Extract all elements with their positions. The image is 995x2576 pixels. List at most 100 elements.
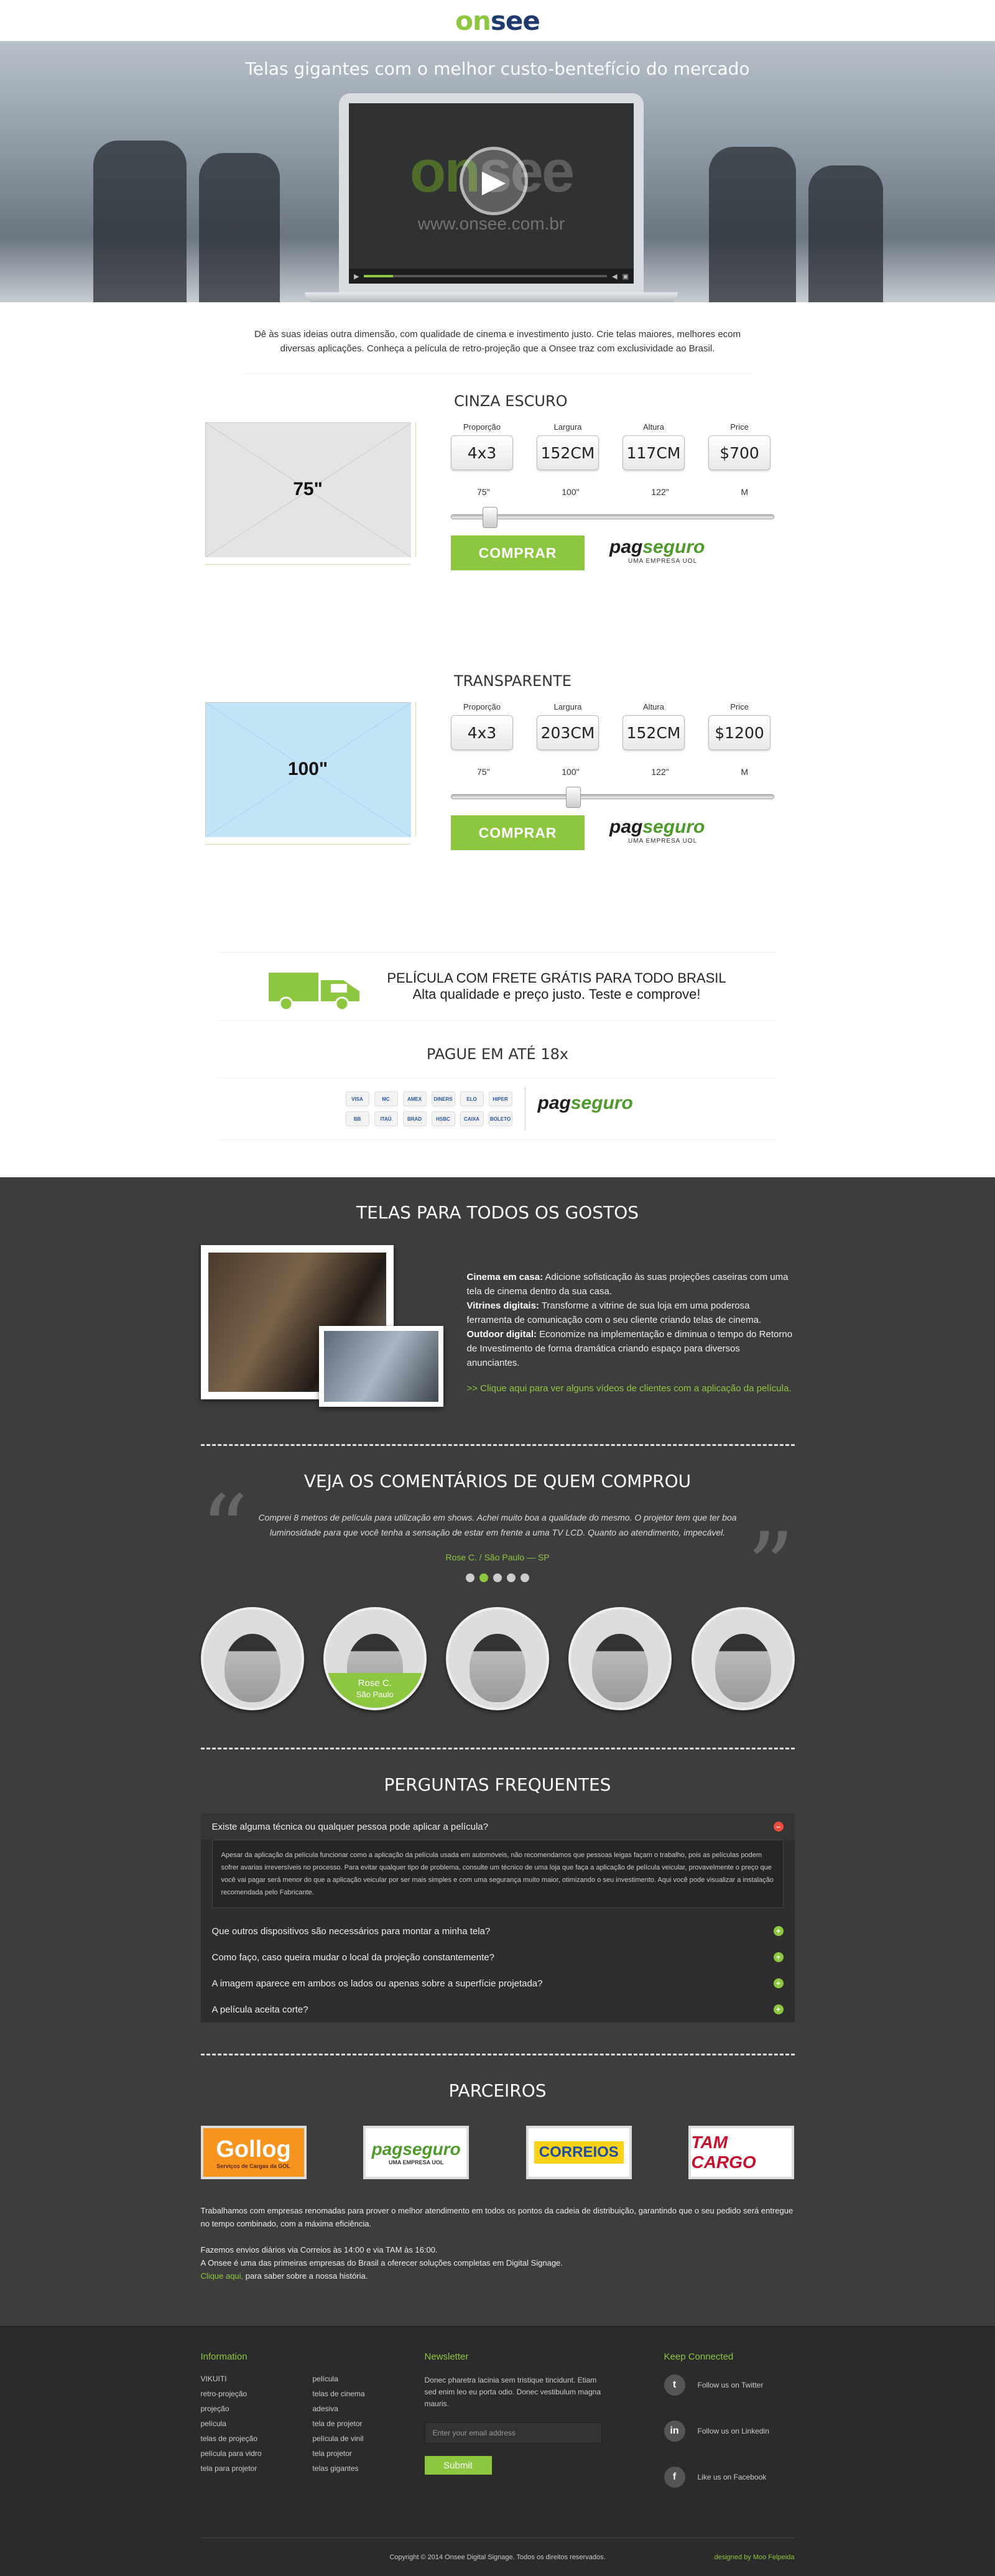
card-brand-icon: VISA	[345, 1091, 369, 1106]
price-value: $700	[708, 435, 771, 470]
video-controls[interactable]: ▶ ◀ ▣	[349, 269, 634, 284]
footer-link[interactable]: tela de projetor	[313, 2419, 425, 2428]
play-small-icon[interactable]: ▶	[354, 272, 359, 280]
volume-icon[interactable]: ◀	[612, 272, 617, 280]
faq-section: PERGUNTAS FREQUENTES Existe alguma técni…	[200, 1749, 795, 2055]
card-brand-icon: HIPER	[488, 1091, 512, 1106]
footer-link[interactable]: película	[313, 2374, 425, 2383]
footer-link[interactable]: VIKUITI	[201, 2374, 313, 2383]
footer-link[interactable]: telas gigantes	[313, 2464, 425, 2473]
videos-link[interactable]: >> Clique aqui para ver alguns vídeos de…	[467, 1381, 795, 1396]
screen-preview: 75"	[205, 422, 411, 557]
correios-logo[interactable]: CORREIOS	[525, 2126, 632, 2179]
avatar[interactable]	[691, 1607, 795, 1710]
footer-link[interactable]: projeção	[201, 2404, 313, 2413]
card-brand-icon: DINERS	[431, 1091, 455, 1106]
play-icon[interactable]: ▶	[460, 147, 528, 215]
twitter-icon: t	[664, 2374, 685, 2396]
size-labels: 75" 100" 122" M	[477, 487, 748, 497]
open-quote-icon: “	[200, 1476, 249, 1584]
expand-icon[interactable]: +	[773, 1978, 784, 1988]
photo-showroom[interactable]	[318, 1326, 443, 1407]
footer-link[interactable]: adesiva	[313, 2404, 425, 2413]
dot[interactable]	[507, 1573, 516, 1582]
collapse-icon[interactable]: –	[773, 1822, 784, 1832]
footer-link[interactable]: tela para projetor	[201, 2464, 313, 2473]
twitter-link[interactable]: t Follow us on Twitter	[664, 2374, 795, 2396]
faq-question[interactable]: Que outros dispositivos são necessários …	[201, 1918, 795, 1944]
expand-icon[interactable]: +	[773, 1952, 784, 1962]
buy-button[interactable]: COMPRAR	[451, 535, 585, 570]
card-brand-icon: BOLETO	[488, 1111, 512, 1126]
faq-answer: Apesar da aplicação da película funciona…	[211, 1840, 784, 1908]
testimonial-text: Comprei 8 metros de película para utiliz…	[258, 1513, 737, 1537]
dark-section: TELAS PARA TODOS OS GOSTOS Cinema em cas…	[0, 1177, 995, 2326]
expand-icon[interactable]: +	[773, 2004, 784, 2014]
pagseguro-logo: pagseguro UMA EMPRESA UOL	[609, 817, 705, 845]
email-input[interactable]: Enter your email address	[424, 2422, 602, 2444]
footer-link[interactable]: tela projetor	[313, 2449, 425, 2458]
facebook-icon: f	[664, 2467, 685, 2488]
video-progress-bar[interactable]	[364, 275, 608, 277]
footer-link[interactable]: película de vinil	[313, 2434, 425, 2443]
size-slider[interactable]	[451, 787, 774, 808]
product-title: CINZA ESCURO	[454, 392, 568, 410]
gallery-photos[interactable]	[200, 1245, 443, 1407]
footer-link[interactable]: película para vidro	[201, 2449, 313, 2458]
card-brand-icon: ITAÚ	[374, 1111, 398, 1126]
footer-link[interactable]: telas de projeção	[201, 2434, 313, 2443]
slider-handle[interactable]	[482, 507, 497, 528]
slider-handle[interactable]	[565, 787, 581, 808]
pagseguro-partner-logo[interactable]: pagseguro UMA EMPRESA UOL	[363, 2126, 470, 2179]
dot[interactable]	[466, 1573, 474, 1582]
footer: Information VIKUITI película retro-projeçã…	[0, 2326, 995, 2576]
onsee-logo[interactable]: onsee	[455, 6, 540, 36]
faq-question-open[interactable]: Existe alguma técnica ou qualquer pessoa…	[200, 1814, 795, 1840]
card-brand-icon: ELO	[460, 1091, 484, 1106]
footer-link[interactable]: telas de cinema	[313, 2389, 425, 2398]
expand-icon[interactable]: +	[773, 1926, 784, 1936]
size-slider[interactable]	[451, 507, 774, 528]
dot-active[interactable]	[479, 1573, 488, 1582]
faq-question[interactable]: Como faço, caso queira mudar o local da …	[201, 1944, 795, 1970]
gallery-text: Cinema em casa: Adicione sofisticação às…	[467, 1245, 795, 1407]
card-brand-icon: AMEX	[402, 1091, 427, 1106]
ratio-value: 4x3	[451, 715, 513, 750]
footer-link[interactable]: película	[201, 2419, 313, 2428]
gollog-logo[interactable]: Gollog Serviços de Cargas da GOL	[200, 2126, 307, 2179]
faq-question[interactable]: A imagem aparece em ambos os lados ou ap…	[201, 1970, 795, 1996]
testimonial-dots[interactable]	[201, 1573, 795, 1582]
buy-button[interactable]: COMPRAR	[451, 815, 585, 850]
close-quote-icon: ”	[746, 1513, 795, 1621]
history-link[interactable]: Clique aqui,	[201, 2271, 244, 2281]
avatar[interactable]	[200, 1607, 304, 1710]
hero-banner: Telas gigantes com o melhor custo-bentef…	[0, 41, 995, 302]
designer-credit[interactable]: designed by Moo Felpeida	[714, 2554, 794, 2561]
gallery-title: TELAS PARA TODOS OS GOSTOS	[356, 1202, 639, 1223]
video-area[interactable]: onsee www.onsee.com.br ▶ ▶ ◀ ▣	[349, 103, 634, 284]
tam-cargo-logo[interactable]: TAM CARGO	[688, 2126, 795, 2179]
fullscreen-icon[interactable]: ▣	[622, 272, 629, 280]
faq-question[interactable]: A película aceita corte? +	[201, 1996, 795, 2022]
footer-link[interactable]: retro-projeção	[201, 2389, 313, 2398]
dot[interactable]	[493, 1573, 502, 1582]
linkedin-icon: in	[664, 2421, 685, 2442]
testimonials: VEJA OS COMENTÁRIOS DE QUEM COMPROU “ ” …	[200, 1446, 795, 1749]
submit-button[interactable]: Submit	[424, 2456, 492, 2475]
card-brand-icon: CAIXA	[460, 1111, 484, 1126]
free-shipping-banner: PELÍCULA COM FRETE GRÁTIS PARA TODO BRAS…	[218, 952, 777, 1021]
newsletter: Newsletter Donec pharetra lacinia sem tr…	[424, 2351, 664, 2513]
screen-size: 75"	[293, 479, 323, 499]
avatar[interactable]	[446, 1607, 549, 1710]
dot[interactable]	[521, 1573, 529, 1582]
card-brand-icon: HSBC	[431, 1111, 455, 1126]
avatar-active[interactable]: Rose C. São Paulo	[323, 1607, 427, 1710]
screen-size: 100"	[287, 759, 328, 779]
facebook-link[interactable]: f Like us on Facebook	[664, 2467, 795, 2488]
testimonial-author: Rose C. / São Paulo — SP	[445, 1552, 550, 1562]
pagseguro-logo: pagseguro	[537, 1093, 633, 1113]
avatar[interactable]	[568, 1607, 672, 1710]
truck-icon	[269, 973, 360, 1011]
linkedin-link[interactable]: in Follow us on Linkedin	[664, 2421, 795, 2442]
product-title: TRANSPARENTE	[454, 672, 572, 690]
